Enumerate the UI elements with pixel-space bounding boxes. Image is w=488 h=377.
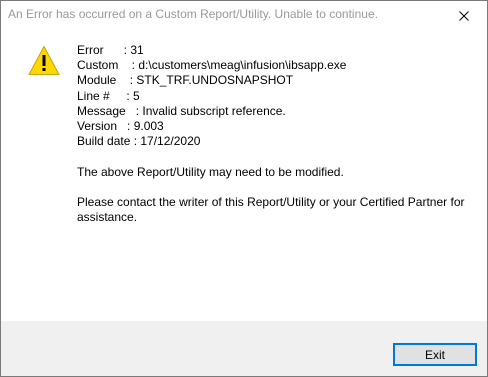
close-button[interactable] bbox=[441, 1, 487, 30]
window-title: An Error has occurred on a Custom Report… bbox=[8, 7, 378, 21]
close-icon bbox=[459, 10, 469, 21]
contact-note-text: Please contact the writer of this Report… bbox=[77, 194, 465, 225]
modify-note-text: The above Report/Utility may need to be … bbox=[77, 164, 344, 179]
message-text: Message : Invalid subscript reference. bbox=[77, 103, 286, 118]
error-code-text: Error : 31 bbox=[77, 43, 144, 57]
line-number-text: Line # : 5 bbox=[77, 88, 140, 103]
exit-button[interactable]: Exit bbox=[393, 343, 477, 366]
version-text: Version : 9.003 bbox=[77, 118, 164, 133]
button-bar: Exit bbox=[1, 321, 487, 376]
error-details: Error : 31 Custom : d:\customers\meag\in… bbox=[77, 43, 477, 225]
module-text: Module : STK_TRF.UNDOSNAPSHOT bbox=[77, 73, 294, 88]
title-bar[interactable]: An Error has occurred on a Custom Report… bbox=[1, 1, 487, 30]
error-dialog: An Error has occurred on a Custom Report… bbox=[0, 0, 488, 377]
warning-icon bbox=[27, 44, 61, 78]
build-date-text: Build date : 17/12/2020 bbox=[77, 134, 201, 149]
custom-path-text: Custom : d:\customers\meag\infusion\ibsa… bbox=[77, 58, 347, 73]
dialog-body: Error : 31 Custom : d:\customers\meag\in… bbox=[1, 30, 487, 321]
